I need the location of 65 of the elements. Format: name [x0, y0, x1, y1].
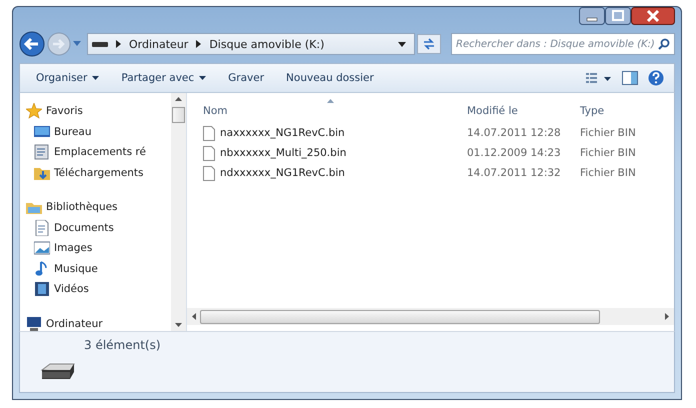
maximize-button[interactable] — [605, 7, 631, 25]
computer-icon — [26, 316, 42, 331]
table-cell: Fichier BIN — [580, 127, 636, 139]
nav-item[interactable]: Vidéos — [20, 279, 171, 300]
view-options-icon[interactable] — [586, 72, 612, 84]
minimize-button[interactable] — [579, 7, 605, 25]
file-icon — [203, 166, 215, 180]
nav-item[interactable]: Téléchargements — [20, 162, 171, 183]
vertical-scrollbar[interactable] — [171, 93, 186, 331]
file-icon — [203, 126, 215, 140]
removable-drive-icon — [40, 362, 76, 382]
file-icon — [203, 146, 215, 160]
scroll-left-icon — [192, 313, 196, 320]
caret-icon — [199, 76, 206, 80]
scroll-down-icon — [175, 323, 182, 327]
sort-arrow-icon — [327, 99, 334, 103]
table-cell: ndxxxxxx_NG1RevC.bin — [220, 167, 345, 179]
item-count: 3 élément(s) — [83, 338, 162, 352]
table-cell: naxxxxxx_NG1RevC.bin — [220, 127, 345, 139]
nav-item[interactable]: Emplacements ré — [20, 142, 171, 162]
column-header[interactable]: Nom — [187, 99, 467, 123]
nav-item[interactable]: Favoris — [20, 101, 171, 122]
document-icon — [34, 220, 50, 236]
table-cell: Fichier BIN — [580, 167, 636, 179]
breadcrumb-item[interactable]: Disque amovible (K:) — [209, 38, 324, 50]
drive-icon — [92, 40, 108, 48]
help-icon[interactable] — [648, 70, 664, 86]
toolbar-button[interactable]: Nouveau dossier — [280, 72, 380, 84]
scroll-thumb[interactable] — [172, 107, 185, 123]
caret-icon[interactable] — [398, 42, 406, 46]
nav-item[interactable]: Ordinateur — [20, 314, 171, 331]
caret-icon — [92, 76, 100, 80]
star-icon — [26, 103, 42, 120]
chevron-icon — [196, 40, 202, 48]
scroll-right-icon — [665, 313, 669, 320]
desktop-icon — [34, 124, 50, 140]
toolbar-button[interactable]: Partager avec — [115, 72, 212, 84]
nav-item[interactable]: Documents — [20, 218, 171, 238]
column-header[interactable]: Modifié le — [467, 99, 580, 123]
table-cell: Fichier BIN — [580, 147, 636, 159]
toolbar-button[interactable]: Graver — [222, 72, 270, 84]
address-bar[interactable]: Ordinateur Disque amovible (K:) — [87, 33, 415, 55]
scroll-thumb[interactable] — [200, 310, 600, 324]
back-button[interactable] — [19, 31, 45, 57]
nav-item[interactable]: Bureau — [20, 122, 171, 142]
nav-item[interactable]: Musique — [20, 258, 171, 279]
table-cell: nbxxxxxx_Multi_250.bin — [220, 147, 346, 159]
column-header[interactable]: Type — [580, 99, 670, 123]
places-icon — [34, 144, 50, 160]
refresh-button[interactable] — [417, 34, 441, 54]
nav-item[interactable]: Bibliothèques — [20, 197, 171, 218]
search-field[interactable]: Rechercher dans : Disque amovible (K:) — [451, 33, 675, 55]
search-icon — [658, 38, 670, 50]
toolbar-button[interactable]: Organiser — [30, 72, 106, 84]
nav-item[interactable]: Images — [20, 238, 171, 258]
horizontal-scrollbar[interactable] — [187, 308, 674, 325]
scroll-up-icon — [175, 97, 182, 101]
preview-pane-icon[interactable] — [622, 71, 638, 85]
breadcrumb-item[interactable]: Ordinateur — [129, 38, 188, 50]
close-button[interactable] — [631, 7, 675, 25]
table-cell: 01.12.2009 14:23 — [467, 147, 561, 159]
chevron-icon — [116, 40, 121, 48]
table-cell: 14.07.2011 12:32 — [467, 167, 561, 179]
table-cell: 14.07.2011 12:28 — [467, 127, 561, 139]
picture-icon — [34, 240, 50, 256]
